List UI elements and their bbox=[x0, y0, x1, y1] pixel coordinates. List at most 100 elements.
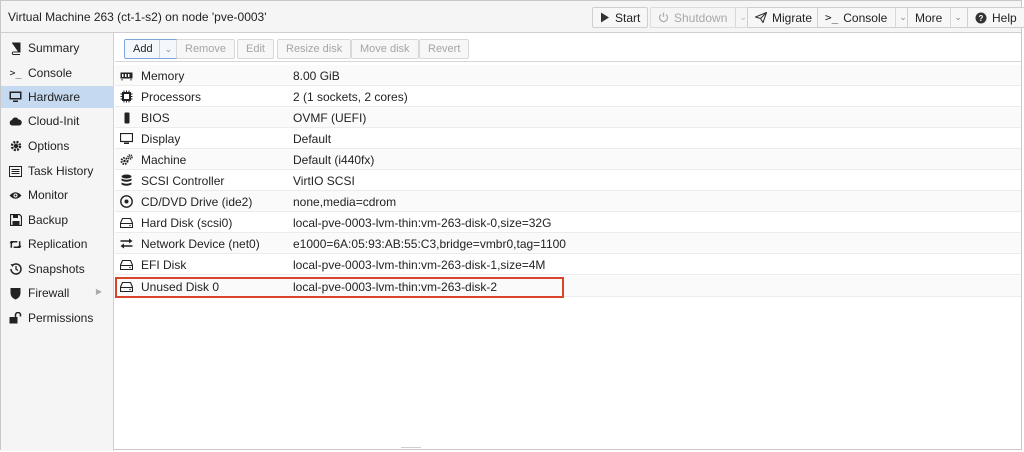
table-row[interactable]: Machine Default (i440fx) bbox=[115, 149, 1021, 170]
sidebar-item-backup[interactable]: Backup bbox=[1, 209, 114, 231]
chevron-right-icon: ▶ bbox=[95, 287, 102, 296]
remove-label: Remove bbox=[185, 43, 226, 55]
history-icon bbox=[9, 263, 22, 276]
help-button[interactable]: ? Help bbox=[967, 7, 1024, 28]
sidebar-item-label: Replication bbox=[28, 237, 88, 251]
add-button[interactable]: Add ⌄ bbox=[124, 39, 182, 59]
hdd-icon bbox=[120, 258, 133, 271]
more-label: More bbox=[915, 10, 943, 25]
row-value: none,media=cdrom bbox=[293, 195, 397, 209]
hardware-table: Memory 8.00 GiB Processors 2 (1 sockets,… bbox=[115, 63, 1021, 451]
sidebar-item-task-history[interactable]: Task History bbox=[1, 160, 114, 182]
play-icon bbox=[600, 12, 610, 23]
chevron-down-icon[interactable]: ⌄ bbox=[899, 12, 907, 23]
sidebar-item-label: Console bbox=[28, 66, 73, 80]
table-row[interactable]: CD/DVD Drive (ide2) none,media=cdrom bbox=[115, 191, 1021, 212]
desktop-icon bbox=[120, 132, 133, 145]
database-icon bbox=[120, 174, 133, 187]
chevron-down-icon: ⌄ bbox=[954, 12, 962, 22]
table-row[interactable]: EFI Disk local-pve-0003-lvm-thin:vm-263-… bbox=[115, 254, 1021, 275]
row-value: Default bbox=[293, 132, 332, 146]
table-row[interactable]: Memory 8.00 GiB bbox=[115, 65, 1021, 86]
split-divider bbox=[895, 8, 897, 27]
page-title: Virtual Machine 263 (ct-1-s2) on node 'p… bbox=[8, 10, 267, 24]
shutdown-label: Shutdown bbox=[674, 10, 728, 25]
sidebar-item-label: Backup bbox=[28, 213, 69, 227]
vm-panel: Virtual Machine 263 (ct-1-s2) on node 'p… bbox=[0, 0, 1024, 451]
remove-button[interactable]: Remove bbox=[176, 39, 235, 59]
memory-icon bbox=[120, 69, 133, 82]
row-value: OVMF (UEFI) bbox=[293, 111, 367, 125]
row-name: Processors bbox=[141, 90, 202, 104]
sidebar-item-label: Task History bbox=[28, 164, 94, 178]
sidebar-item-replication[interactable]: Replication bbox=[1, 233, 114, 255]
sidebar-item-options[interactable]: Options bbox=[1, 135, 114, 157]
sidebar-item-label: Options bbox=[28, 139, 70, 153]
table-row[interactable]: Hard Disk (scsi0) local-pve-0003-lvm-thi… bbox=[115, 212, 1021, 233]
more-button[interactable]: More ⌄ bbox=[907, 7, 970, 28]
sidebar-item-label: Hardware bbox=[28, 90, 81, 104]
sidebar-item-snapshots[interactable]: Snapshots bbox=[1, 258, 114, 280]
cloud-icon bbox=[9, 115, 22, 128]
table-row[interactable]: Network Device (net0) e1000=6A:05:93:AB:… bbox=[115, 233, 1021, 254]
sidebar-item-label: Cloud-Init bbox=[28, 114, 80, 128]
move-disk-label: Move disk bbox=[360, 43, 410, 55]
sidebar-item-firewall[interactable]: Firewall ▶ bbox=[1, 282, 114, 304]
edit-button[interactable]: Edit bbox=[237, 39, 274, 59]
resize-disk-label: Resize disk bbox=[286, 43, 343, 55]
table-row[interactable]: Unused Disk 0 local-pve-0003-lvm-thin:vm… bbox=[115, 276, 1021, 297]
row-name: Network Device (net0) bbox=[141, 237, 260, 251]
sidebar-item-label: Summary bbox=[28, 41, 80, 55]
paper-plane-icon bbox=[755, 12, 767, 23]
eye-icon bbox=[9, 189, 22, 202]
sidebar-item-hardware[interactable]: Hardware bbox=[1, 86, 114, 108]
sidebar-item-summary[interactable]: Summary bbox=[1, 37, 114, 59]
move-disk-button[interactable]: Move disk bbox=[351, 39, 419, 59]
row-name: BIOS bbox=[141, 111, 170, 125]
revert-button[interactable]: Revert bbox=[419, 39, 470, 59]
migrate-button[interactable]: Migrate bbox=[747, 7, 821, 28]
sidebar-item-console[interactable]: >_ Console bbox=[1, 62, 114, 84]
shield-icon bbox=[9, 287, 22, 300]
resize-handle bbox=[401, 447, 421, 450]
hdd-icon bbox=[120, 216, 133, 229]
sidebar-item-label: Monitor bbox=[28, 188, 69, 202]
row-name: Unused Disk 0 bbox=[141, 280, 220, 294]
floppy-icon bbox=[9, 214, 22, 227]
table-row[interactable]: Display Default bbox=[115, 128, 1021, 149]
row-value: e1000=6A:05:93:AB:55:C3,bridge=vmbr0,tag… bbox=[293, 237, 566, 251]
table-row[interactable]: Processors 2 (1 sockets, 2 cores) bbox=[115, 86, 1021, 107]
sidebar-item-permissions[interactable]: Permissions bbox=[1, 307, 114, 329]
exchange-icon bbox=[120, 237, 133, 250]
header-bar: Virtual Machine 263 (ct-1-s2) on node 'p… bbox=[1, 1, 1024, 33]
start-label: Start bbox=[615, 10, 641, 25]
row-value: local-pve-0003-lvm-thin:vm-263-disk-0,si… bbox=[293, 216, 552, 230]
revert-label: Revert bbox=[428, 43, 461, 55]
sidebar-item-monitor[interactable]: Monitor bbox=[1, 184, 114, 206]
book-icon bbox=[9, 42, 22, 55]
cogs-icon bbox=[120, 153, 133, 166]
hardware-toolbar: Add ⌄ Remove Edit Resize disk Move disk … bbox=[115, 34, 1021, 62]
cpu-icon bbox=[120, 90, 133, 103]
row-name: Display bbox=[141, 132, 181, 146]
row-name: CD/DVD Drive (ide2) bbox=[141, 195, 253, 209]
start-button[interactable]: Start bbox=[592, 7, 649, 28]
split-divider bbox=[735, 8, 737, 27]
console-button[interactable]: >_ Console ⌄ bbox=[817, 7, 915, 28]
row-value: 8.00 GiB bbox=[293, 69, 340, 83]
row-value: 2 (1 sockets, 2 cores) bbox=[293, 90, 408, 104]
resize-disk-button[interactable]: Resize disk bbox=[277, 39, 352, 59]
sidebar-item-cloud-init[interactable]: Cloud-Init bbox=[1, 110, 114, 132]
terminal-icon: >_ bbox=[825, 11, 839, 24]
chevron-down-icon[interactable]: ⌄ bbox=[739, 12, 747, 23]
shutdown-button[interactable]: Shutdown ⌄ bbox=[650, 7, 755, 28]
hdd-icon bbox=[120, 280, 133, 293]
edit-label: Edit bbox=[246, 43, 265, 55]
table-row[interactable]: SCSI Controller VirtIO SCSI bbox=[115, 170, 1021, 191]
cdrom-icon bbox=[120, 195, 133, 208]
list-icon bbox=[9, 165, 22, 178]
retweet-icon bbox=[9, 238, 22, 251]
power-icon bbox=[658, 12, 669, 23]
add-label: Add bbox=[133, 43, 153, 55]
table-row[interactable]: BIOS OVMF (UEFI) bbox=[115, 107, 1021, 128]
